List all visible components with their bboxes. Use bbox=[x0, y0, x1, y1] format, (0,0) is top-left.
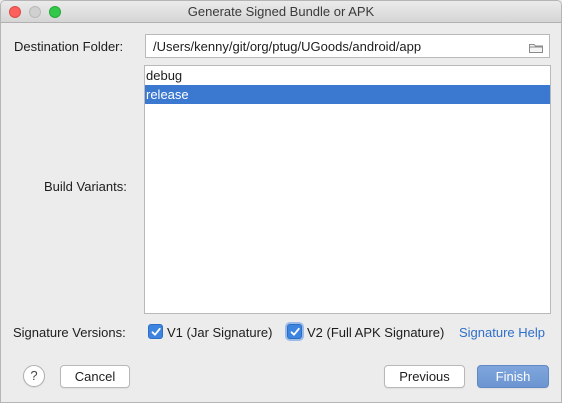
v2-signature-checkbox[interactable] bbox=[287, 324, 302, 339]
title-bar[interactable]: Generate Signed Bundle or APK bbox=[1, 1, 561, 23]
destination-folder-field[interactable]: /Users/kenny/git/org/ptug/UGoods/android… bbox=[145, 34, 550, 58]
window-title: Generate Signed Bundle or APK bbox=[187, 4, 375, 19]
destination-folder-value: /Users/kenny/git/org/ptug/UGoods/android… bbox=[153, 39, 422, 54]
v2-signature-label[interactable]: V2 (Full APK Signature) bbox=[307, 325, 444, 340]
checkmark-icon bbox=[151, 327, 161, 336]
cancel-button[interactable]: Cancel bbox=[60, 365, 130, 388]
variant-item-release[interactable]: release bbox=[145, 85, 550, 104]
destination-folder-label: Destination Folder: bbox=[14, 39, 124, 54]
finish-button[interactable]: Finish bbox=[477, 365, 549, 388]
variant-item-debug[interactable]: debug bbox=[145, 66, 550, 85]
dialog-window: Generate Signed Bundle or APK Destinatio… bbox=[0, 0, 562, 403]
v1-signature-checkbox[interactable] bbox=[148, 324, 163, 339]
previous-button[interactable]: Previous bbox=[384, 365, 465, 388]
build-variants-list[interactable]: debug release bbox=[144, 65, 551, 314]
signature-help-link[interactable]: Signature Help bbox=[459, 325, 545, 340]
checkmark-icon bbox=[290, 327, 300, 336]
signature-versions-label: Signature Versions: bbox=[13, 325, 126, 340]
v1-signature-label[interactable]: V1 (Jar Signature) bbox=[167, 325, 273, 340]
help-button[interactable]: ? bbox=[23, 365, 45, 387]
folder-icon[interactable] bbox=[529, 41, 543, 53]
build-variants-label: Build Variants: bbox=[44, 179, 127, 194]
